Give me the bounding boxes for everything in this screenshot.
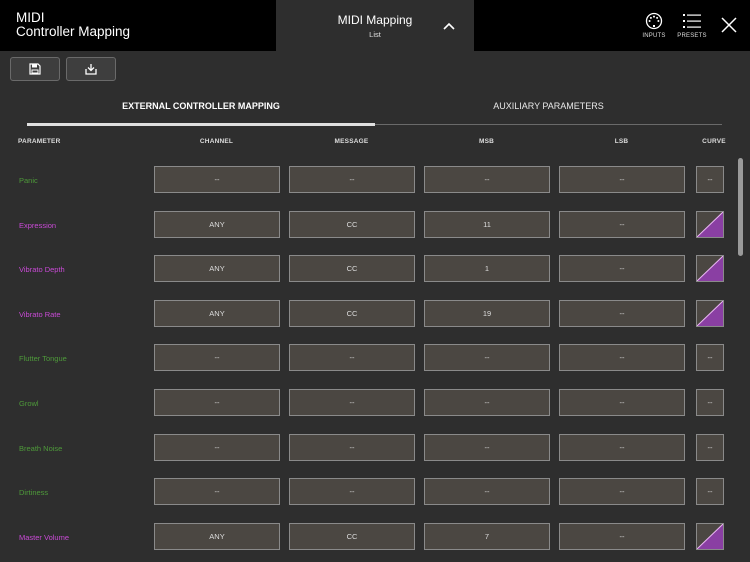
curve-button[interactable] [696,255,724,282]
channel-field[interactable]: ANY [154,255,280,282]
close-button[interactable] [720,16,740,36]
channel-field[interactable]: ANY [154,300,280,327]
msb-field[interactable]: -- [424,434,550,461]
message-field[interactable]: CC [289,523,415,550]
column-header-lsb: LSB [614,138,629,145]
top-bar: MIDI Controller Mapping MIDI Mapping Lis… [0,0,750,51]
parameter-name-expression: Expression [19,221,57,230]
tab-active-indicator [27,123,375,126]
lsb-field[interactable]: -- [559,389,685,416]
lsb-field[interactable]: -- [559,300,685,327]
msb-field[interactable]: 1 [424,255,550,282]
lsb-field[interactable]: -- [559,344,685,371]
chevron-up-icon [443,22,455,30]
lsb-field[interactable]: -- [559,478,685,505]
collapse-panel-button[interactable] [439,16,459,36]
parameter-name-master-volume: Master Volume [19,533,70,542]
lsb-field[interactable]: -- [559,166,685,193]
msb-field[interactable]: -- [424,389,550,416]
channel-field[interactable]: ANY [154,523,280,550]
curve-button[interactable] [696,300,724,327]
linear-curve-icon [697,212,723,237]
msb-field[interactable]: 7 [424,523,550,550]
parameter-name-flutter-tongue: Flutter Tongue [19,354,67,363]
lsb-field[interactable]: -- [559,211,685,238]
msb-field[interactable]: 11 [424,211,550,238]
channel-field[interactable]: -- [154,344,280,371]
parameter-name-growl: Growl [19,399,39,408]
tab-auxiliary-parameters[interactable]: AUXILIARY PARAMETERS [375,94,722,124]
lsb-field[interactable]: -- [559,255,685,282]
lsb-field[interactable]: -- [559,434,685,461]
message-field[interactable]: -- [289,166,415,193]
app-title: MIDI Controller Mapping [16,11,130,39]
linear-curve-icon [697,301,723,326]
download-icon [85,64,97,75]
message-field[interactable]: -- [289,434,415,461]
parameter-name-dirtiness: Dirtiness [19,488,49,497]
channel-field[interactable]: -- [154,166,280,193]
parameter-name-breath-noise: Breath Noise [19,444,63,453]
column-header-parameter: PARAMETER [18,138,61,145]
linear-curve-icon [697,524,723,549]
parameter-name-vibrato-rate: Vibrato Rate [19,310,61,319]
msb-field[interactable]: -- [424,166,550,193]
save-button[interactable] [10,57,60,81]
column-header-msb: MSB [478,138,495,145]
app-title-line1: MIDI [16,10,45,25]
scrollbar[interactable] [738,158,743,256]
channel-field[interactable]: -- [154,478,280,505]
lsb-field[interactable]: -- [559,523,685,550]
channel-field[interactable]: ANY [154,211,280,238]
curve-button[interactable] [696,211,724,238]
app-title-line2: Controller Mapping [16,24,131,39]
channel-field[interactable]: -- [154,434,280,461]
tab-external-controller-mapping[interactable]: EXTERNAL CONTROLLER MAPPING [27,94,375,124]
column-header-message: MESSAGE [334,138,369,145]
msb-field[interactable]: 19 [424,300,550,327]
curve-button[interactable]: -- [696,434,724,461]
parameter-name-panic: Panic [19,176,38,185]
message-field[interactable]: CC [289,300,415,327]
close-icon [721,17,737,33]
save-icon [29,63,41,75]
list-icon [683,14,701,28]
midi-port-icon [645,12,663,30]
mapping-panel-header: MIDI Mapping List [276,0,474,51]
curve-button[interactable]: -- [696,344,724,371]
inputs-label: INPUTS [642,33,666,39]
channel-field[interactable]: -- [154,389,280,416]
message-field[interactable]: CC [289,211,415,238]
presets-label: PRESETS [677,33,707,39]
message-field[interactable]: CC [289,255,415,282]
curve-button[interactable]: -- [696,478,724,505]
message-field[interactable]: -- [289,344,415,371]
message-field[interactable]: -- [289,389,415,416]
curve-button[interactable]: -- [696,389,724,416]
presets-button[interactable]: PRESETS [677,12,707,48]
column-header-channel: CHANNEL [199,138,234,145]
column-header-curve: CURVE [702,138,726,145]
inputs-button[interactable]: INPUTS [639,12,669,48]
message-field[interactable]: -- [289,478,415,505]
curve-button[interactable] [696,523,724,550]
curve-button[interactable]: -- [696,166,724,193]
linear-curve-icon [697,256,723,281]
parameter-name-vibrato-depth: Vibrato Depth [19,265,65,274]
load-button[interactable] [66,57,116,81]
msb-field[interactable]: -- [424,478,550,505]
msb-field[interactable]: -- [424,344,550,371]
